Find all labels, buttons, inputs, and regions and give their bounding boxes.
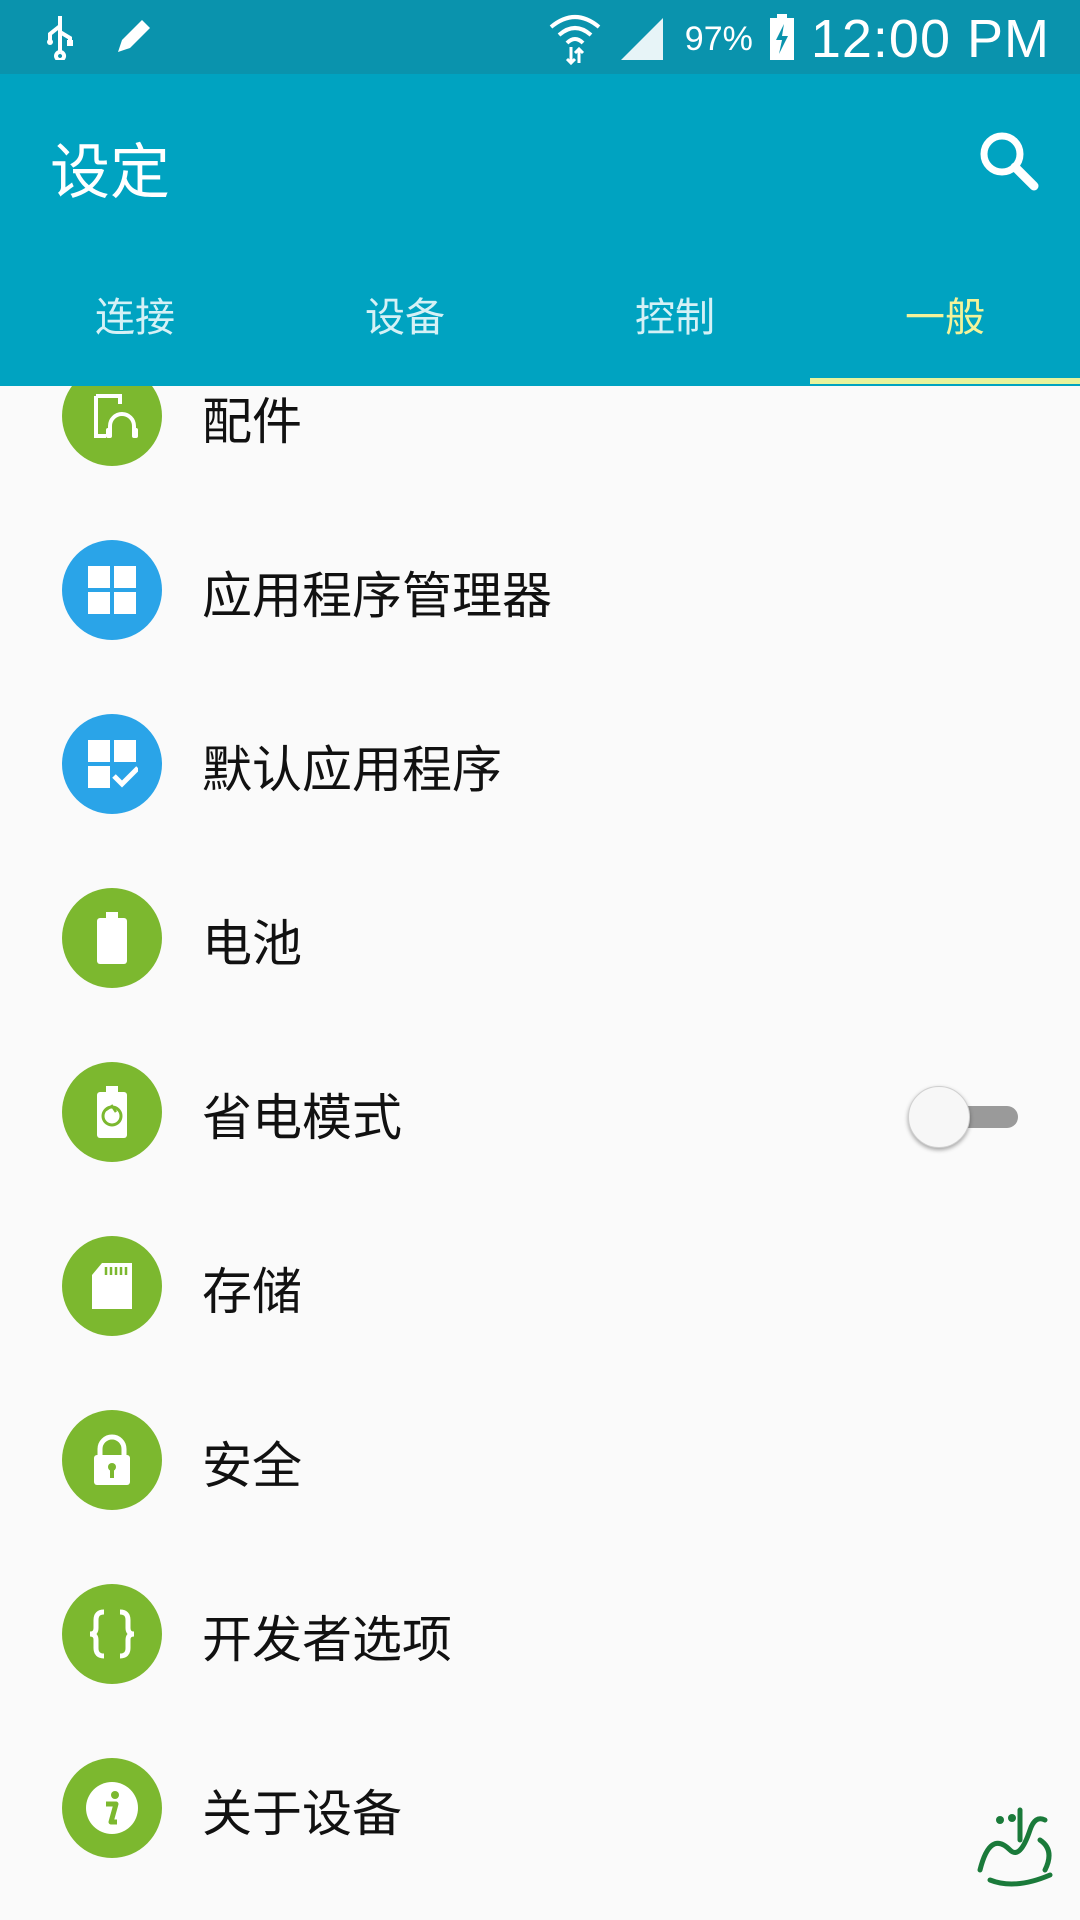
watermark-logo [960, 1790, 1070, 1900]
list-item-label: 省电模式 [202, 1089, 402, 1147]
list-item-battery[interactable]: 电池 [0, 878, 1080, 998]
tab-general[interactable]: 一般 [810, 274, 1080, 386]
tab-connections[interactable]: 连接 [0, 274, 270, 386]
list-item-app-manager[interactable]: 应用程序管理器 [0, 530, 1080, 650]
power-saving-toggle[interactable] [906, 1084, 1018, 1148]
tab-controls[interactable]: 控制 [540, 274, 810, 386]
list-item-accessories[interactable]: 配件 [0, 386, 1080, 476]
accessories-icon [62, 386, 162, 466]
app-bar: 设定 连接 设备 控制 一般 [0, 74, 1080, 386]
list-item-default-apps[interactable]: 默认应用程序 [0, 704, 1080, 824]
lock-icon [62, 1410, 162, 1510]
list-item-label: 配件 [202, 393, 302, 451]
power-saving-icon [62, 1062, 162, 1162]
list-item-label: 默认应用程序 [202, 741, 502, 799]
list-item-about-device[interactable]: 关于设备 [0, 1748, 1080, 1868]
battery-icon [62, 888, 162, 988]
list-item-label: 应用程序管理器 [202, 567, 552, 625]
battery-charging-icon [767, 12, 797, 66]
storage-icon [62, 1236, 162, 1336]
list-item-label: 电池 [202, 915, 302, 973]
list-item-label: 存储 [202, 1263, 302, 1321]
wifi-icon [547, 9, 603, 69]
battery-percent: 97% [684, 19, 753, 58]
list-item-label: 开发者选项 [202, 1611, 452, 1669]
default-apps-icon [62, 714, 162, 814]
list-item-developer-options[interactable]: 开发者选项 [0, 1574, 1080, 1694]
developer-options-icon [62, 1584, 162, 1684]
page-title: 设定 [50, 138, 170, 208]
edit-icon [112, 14, 156, 62]
app-manager-icon [62, 540, 162, 640]
list-item-label: 安全 [202, 1437, 302, 1495]
info-icon [62, 1758, 162, 1858]
usb-icon [42, 12, 78, 64]
tab-bar: 连接 设备 控制 一般 [0, 274, 1080, 386]
status-bar: 97% 12:00 PM [0, 0, 1080, 74]
clock: 12:00 PM [810, 9, 1050, 69]
settings-list: 配件 应用程序管理器 默认应用程序 电池 省电模式 存储 安全 开发者选项 关于… [0, 386, 1080, 1920]
search-icon[interactable] [976, 128, 1040, 192]
list-item-power-saving[interactable]: 省电模式 [0, 1052, 1080, 1172]
toggle-knob [908, 1086, 970, 1148]
list-item-label: 关于设备 [202, 1785, 402, 1843]
signal-icon [617, 12, 667, 66]
tab-device[interactable]: 设备 [270, 274, 540, 386]
list-item-security[interactable]: 安全 [0, 1400, 1080, 1520]
list-item-storage[interactable]: 存储 [0, 1226, 1080, 1346]
